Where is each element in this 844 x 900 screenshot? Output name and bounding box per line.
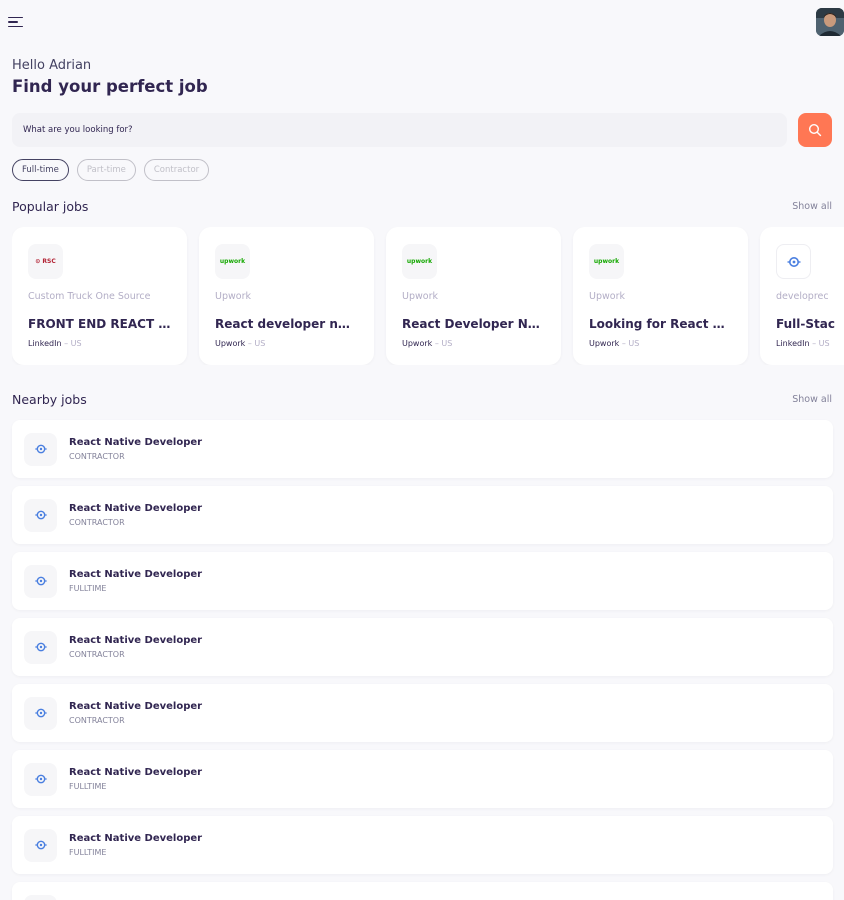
company-logo-text: upwork [219,258,246,265]
nearby-job-card[interactable]: React Native Developer CONTRACTOR [12,618,833,676]
job-title: React Native Developer [69,635,203,646]
job-publisher: Upwork [589,339,620,348]
company-logo [24,498,57,532]
nearby-show-all-button[interactable]: Show all [792,394,832,405]
search-input[interactable] [23,125,787,135]
top-bar [0,0,844,46]
popular-job-card[interactable]: ⊙ RSC Custom Truck One Source FRONT END … [12,227,187,365]
job-type-tabs: Full-time Part-time Contractor [12,159,210,181]
company-logo [24,828,57,862]
popular-jobs-title: Popular jobs [12,199,89,214]
job-title: React Native Developer [69,569,203,580]
job-publisher: Upwork [402,339,433,348]
job-location: US [818,339,830,348]
search-icon [808,123,822,137]
popular-jobs-header: Popular jobs Show all [12,199,832,214]
popular-job-card[interactable]: upwork Upwork React developer ne... Upwo… [199,227,374,365]
job-meta: Upwork – US [589,339,640,348]
nearby-job-card[interactable]: React Native Developer CONTRACTOR [12,684,833,742]
job-publisher: LinkedIn [776,339,810,348]
company-logo-icon [787,256,800,267]
job-type: FULLTIME [69,584,107,593]
nearby-job-card[interactable]: React Native Developer FULLTIME [12,816,833,874]
company-logo: upwork [589,244,624,279]
company-logo [776,244,811,279]
company-name: Custom Truck One Source [28,291,151,302]
job-type: FULLTIME [69,848,107,857]
job-title: React Native Developer [69,503,203,514]
company-logo: upwork [402,244,437,279]
job-title: Looking for React D... [589,317,732,331]
job-publisher: LinkedIn [28,339,62,348]
tab-full-time[interactable]: Full-time [12,159,69,181]
job-type: CONTRACTOR [69,650,125,659]
company-logo [24,894,57,900]
nearby-job-card[interactable]: React Native Developer FULLTIME [12,552,833,610]
job-meta: Upwork – US [402,339,453,348]
nearby-jobs-header: Nearby jobs Show all [12,392,832,407]
popular-show-all-button[interactable]: Show all [792,201,832,212]
popular-job-card[interactable]: upwork Upwork React Developer Ne... Upwo… [386,227,561,365]
nearby-jobs-title: Nearby jobs [12,392,87,407]
job-title: React Native Developer [69,437,203,448]
job-title: React Native Developer [69,833,203,844]
tab-contractor[interactable]: Contractor [143,159,210,181]
company-name: developrec [776,291,829,302]
job-title: React developer ne... [215,317,358,331]
nearby-job-card[interactable]: React Native Developer CONTRACTOR [12,486,833,544]
company-logo [24,564,57,598]
company-name: Upwork [589,291,625,302]
popular-jobs-list: ⊙ RSC Custom Truck One Source FRONT END … [12,227,844,365]
search-button[interactable] [798,113,832,147]
tab-part-time[interactable]: Part-time [76,159,136,181]
job-meta: LinkedIn – US [776,339,830,348]
job-title: React Native Developer [69,701,203,712]
company-logo: ⊙ RSC [28,244,63,279]
job-meta: LinkedIn – US [28,339,82,348]
company-logo-text: ⊙ RSC [35,258,56,265]
company-logo: upwork [215,244,250,279]
greeting-text: Hello Adrian [12,58,92,73]
company-logo [24,432,57,466]
company-logo-icon [34,642,47,652]
job-location: US [441,339,453,348]
page-title: Find your perfect job [12,77,208,96]
job-type: CONTRACTOR [69,452,125,461]
company-name: Upwork [215,291,251,302]
nearby-job-card[interactable]: React Native Developer CONTRACTOR [12,420,833,478]
job-title: Full-Stac [776,317,835,331]
job-publisher: Upwork [215,339,246,348]
company-logo [24,762,57,796]
company-logo [24,630,57,664]
user-avatar[interactable] [816,8,844,36]
job-title: React Developer Ne... [402,317,545,331]
job-location: US [70,339,82,348]
popular-job-card[interactable]: developrec Full-Stac LinkedIn – US [760,227,844,365]
search-bar [12,113,787,147]
company-logo [24,696,57,730]
job-title: FRONT END REACT ... [28,317,171,331]
job-type: CONTRACTOR [69,518,125,527]
company-logo-text: upwork [406,258,433,265]
company-name: Upwork [402,291,438,302]
job-location: US [254,339,266,348]
job-meta: Upwork – US [215,339,266,348]
company-logo-icon [34,774,47,784]
job-location: US [628,339,640,348]
nearby-job-card[interactable] [12,882,833,900]
popular-job-card[interactable]: upwork Upwork Looking for React D... Upw… [573,227,748,365]
menu-icon[interactable] [4,10,28,34]
nearby-job-card[interactable]: React Native Developer FULLTIME [12,750,833,808]
job-type: CONTRACTOR [69,716,125,725]
company-logo-icon [34,840,47,850]
company-logo-icon [34,708,47,718]
company-logo-text: upwork [593,258,620,265]
company-logo-icon [34,444,47,454]
company-logo-icon [34,576,47,586]
job-title: React Native Developer [69,767,203,778]
company-logo-icon [34,510,47,520]
job-type: FULLTIME [69,782,107,791]
